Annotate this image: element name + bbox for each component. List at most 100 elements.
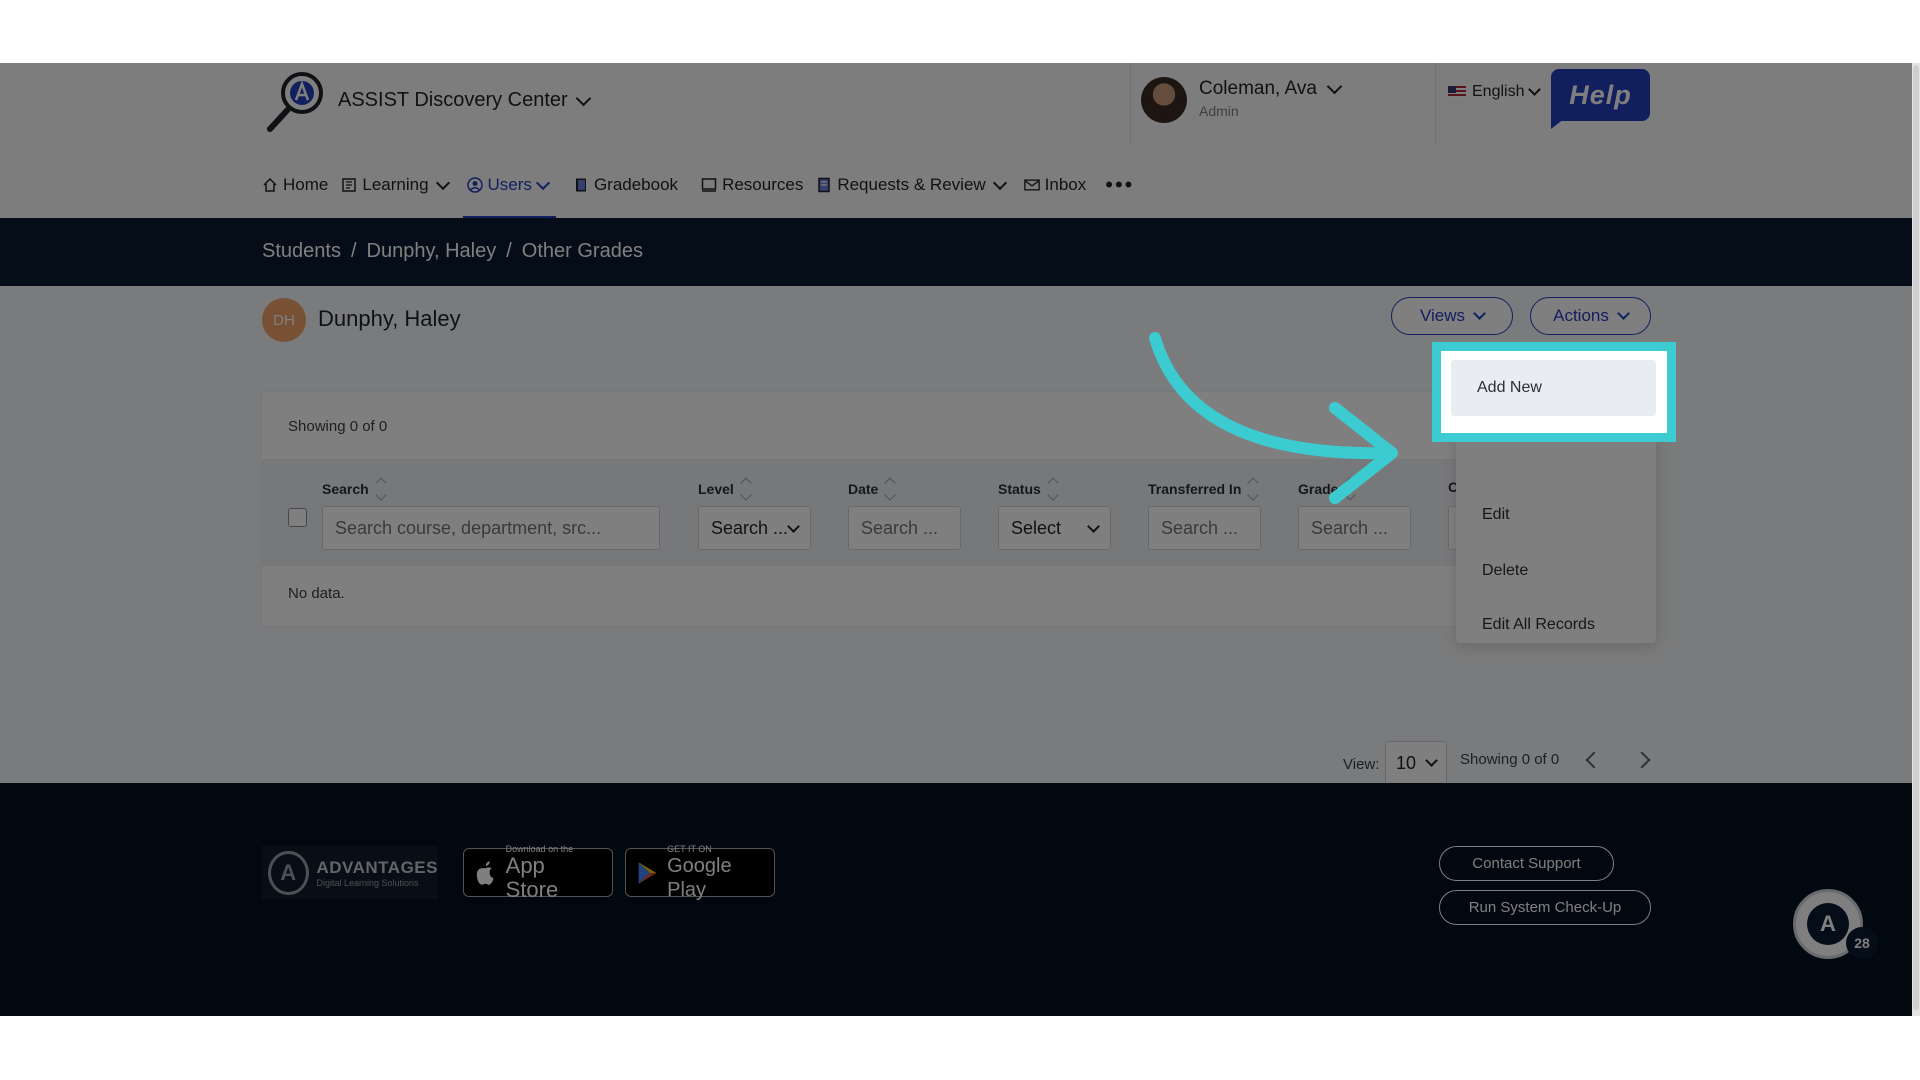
nav-resources[interactable]: Resources xyxy=(701,163,803,207)
nav-label: Gradebook xyxy=(593,175,679,194)
app-store-small: Download on the xyxy=(505,843,574,854)
chevron-down-icon xyxy=(1617,307,1630,320)
user-menu[interactable]: Coleman, Ava xyxy=(1199,78,1343,100)
nav-label: Requests & Review xyxy=(837,175,986,194)
chevron-down-icon xyxy=(575,90,591,106)
page-size-select[interactable]: 10 xyxy=(1385,741,1447,785)
view-label: View: xyxy=(1343,756,1380,773)
breadcrumb-current: Other Grades xyxy=(521,240,643,262)
column-header-date[interactable]: Date xyxy=(848,477,897,501)
chevron-down-icon xyxy=(435,175,450,191)
apple-icon xyxy=(476,860,494,885)
nav-gradebook[interactable]: Gradebook xyxy=(573,163,678,207)
menu-item-edit[interactable]: Edit xyxy=(1482,506,1510,524)
app-switcher[interactable]: ASSIST Discovery Center xyxy=(338,89,591,112)
nav-label: Users xyxy=(487,175,532,194)
menu-item-add-new[interactable]: Add New xyxy=(1451,360,1656,416)
actions-label: Actions xyxy=(1553,306,1609,325)
google-play-icon xyxy=(638,861,657,884)
top-header: ASSIST Discovery Center Coleman, Ava Adm… xyxy=(0,63,1912,219)
divider xyxy=(1130,63,1131,145)
student-avatar: DH xyxy=(262,298,306,342)
magnifier-logo-icon xyxy=(267,72,323,132)
breadcrumb-student-name[interactable]: Dunphy, Haley xyxy=(367,240,497,263)
app-store-big: App Store xyxy=(505,852,559,902)
brand-subtitle: Digital Learning Solutions xyxy=(316,877,419,888)
nav-users[interactable]: Users xyxy=(462,163,557,219)
google-play-small: GET IT ON xyxy=(667,843,712,854)
highlight-box: Add New xyxy=(1432,342,1676,442)
help-bubble-tail xyxy=(1551,115,1569,129)
nav-home[interactable]: Home xyxy=(262,163,328,207)
language-label: English xyxy=(1472,83,1525,100)
sort-icon xyxy=(375,477,387,501)
menu-item-delete[interactable]: Delete xyxy=(1482,562,1528,580)
sort-icon xyxy=(740,477,752,501)
chevron-down-icon xyxy=(535,175,551,191)
user-role: Admin xyxy=(1199,103,1239,119)
app-window: ASSIST Discovery Center Coleman, Ava Adm… xyxy=(0,63,1912,1016)
page-size-value: 10 xyxy=(1396,752,1417,773)
column-header-level[interactable]: Level xyxy=(698,477,752,501)
more-menu-button[interactable]: ••• xyxy=(1105,172,1134,198)
language-selector[interactable]: English xyxy=(1448,83,1542,101)
notification-badge: 28 xyxy=(1846,927,1878,959)
column-header-status[interactable]: Status xyxy=(998,477,1059,501)
nav-label: Resources xyxy=(722,175,804,194)
chevron-down-icon xyxy=(787,519,800,533)
advantages-a-icon: A xyxy=(268,850,309,895)
pointer-arrow-icon xyxy=(1149,332,1398,504)
user-name: Coleman, Ava xyxy=(1199,78,1317,99)
select-value: Search ... xyxy=(711,517,789,538)
search-course-input[interactable] xyxy=(322,506,660,550)
contact-support-button[interactable]: Contact Support xyxy=(1439,846,1614,881)
main-nav: Home Learning Users Gradebook Resources xyxy=(262,163,1134,219)
us-flag-icon xyxy=(1448,86,1466,98)
actions-dropdown-menu: Edit Delete Edit All Records xyxy=(1456,419,1656,643)
filter-row: Search Level Search ... Date xyxy=(262,459,1651,566)
google-play-badge[interactable]: GET IT ON Google Play xyxy=(625,844,775,901)
nav-learning[interactable]: Learning xyxy=(341,163,453,207)
chevron-down-icon xyxy=(1425,754,1438,767)
breadcrumb-separator: / xyxy=(506,240,512,262)
prev-page-chevron-left-icon[interactable] xyxy=(1585,751,1603,769)
nav-label: Inbox xyxy=(1044,175,1087,194)
app-title: ASSIST Discovery Center xyxy=(338,89,568,111)
column-label: Search xyxy=(322,481,369,497)
empty-state: No data. xyxy=(288,585,345,602)
date-filter-input[interactable] xyxy=(848,506,961,550)
page-title: Dunphy, Haley xyxy=(318,306,461,331)
add-new-label: Add New xyxy=(1477,379,1542,396)
help-button[interactable]: Help xyxy=(1551,69,1650,121)
column-label: Status xyxy=(998,481,1041,497)
breadcrumb-students[interactable]: Students xyxy=(262,240,341,263)
requests-icon xyxy=(818,177,831,193)
menu-item-edit-all-records[interactable]: Edit All Records xyxy=(1482,616,1595,634)
status-select[interactable]: Select xyxy=(998,506,1111,550)
nav-inbox[interactable]: Inbox xyxy=(1023,163,1087,207)
actions-button[interactable]: Actions xyxy=(1530,297,1651,335)
column-header-search[interactable]: Search xyxy=(322,477,387,501)
chevron-down-icon xyxy=(992,175,1007,191)
nav-requests-review[interactable]: Requests & Review xyxy=(816,163,1010,207)
select-all-checkbox[interactable] xyxy=(288,508,307,527)
breadcrumb: Students / Dunphy, Haley / Other Grades xyxy=(262,240,643,263)
run-system-checkup-button[interactable]: Run System Check-Up xyxy=(1439,890,1651,925)
next-page-chevron-right-icon[interactable] xyxy=(1633,751,1651,769)
home-icon xyxy=(263,177,277,192)
pagination-showing: Showing 0 of 0 xyxy=(1460,751,1560,768)
level-select[interactable]: Search ... xyxy=(698,506,811,550)
select-value: Select xyxy=(1011,517,1062,538)
chevron-down-icon xyxy=(1087,519,1100,533)
user-avatar[interactable] xyxy=(1141,77,1187,123)
column-label: Level xyxy=(698,481,734,497)
sort-icon xyxy=(884,477,897,501)
app-store-badge[interactable]: Download on the App Store xyxy=(463,844,613,901)
learning-icon xyxy=(342,178,357,192)
footer: A ADVANTAGES Digital Learning Solutions … xyxy=(0,783,1912,1016)
chevron-down-icon xyxy=(1326,78,1343,95)
google-play-big: Google Play xyxy=(667,854,732,901)
scrollbar-thumb[interactable] xyxy=(1913,65,1919,1010)
vertical-scrollbar[interactable] xyxy=(1912,63,1920,1016)
sort-icon xyxy=(1047,477,1059,501)
